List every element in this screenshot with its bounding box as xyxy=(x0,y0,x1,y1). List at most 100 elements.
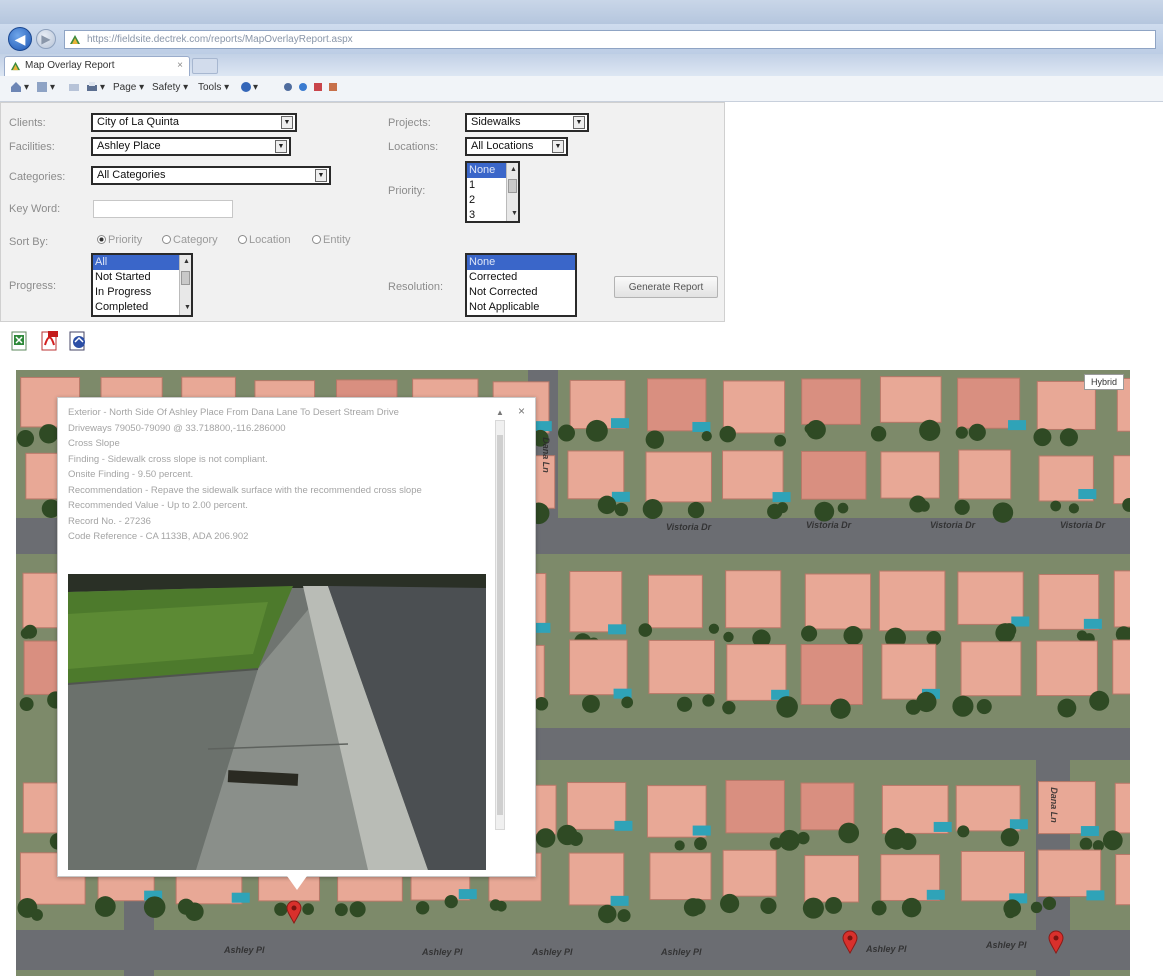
map-marker-pin-icon[interactable] xyxy=(286,900,302,924)
pool xyxy=(608,624,627,635)
tab-label: Map Overlay Report xyxy=(25,60,115,71)
pool xyxy=(1078,489,1097,500)
tree xyxy=(582,694,600,713)
pool xyxy=(1083,618,1102,629)
list-item[interactable]: Not Applicable xyxy=(467,300,575,315)
mail-icon[interactable] xyxy=(68,81,80,93)
sort-category-radio[interactable]: Category xyxy=(162,234,218,246)
finding-driveways: Driveways 79050-79090 @ 33.718800,-116.2… xyxy=(68,422,286,434)
resolution-listbox[interactable]: None Corrected Not Corrected Not Applica… xyxy=(465,253,577,317)
addon-icon-1[interactable] xyxy=(282,81,294,93)
tree xyxy=(534,697,549,711)
street-label: Ashley Pl xyxy=(224,945,265,955)
addon-icon-2[interactable] xyxy=(297,81,309,93)
tree xyxy=(143,896,166,918)
progress-listbox[interactable]: All Not Started In Progress Completed ▲ ▼ xyxy=(91,253,193,317)
tree xyxy=(1068,503,1080,514)
tree xyxy=(825,896,843,914)
back-button[interactable]: ◀ xyxy=(8,27,32,51)
record-number: Record No. - 27236 xyxy=(68,515,151,527)
map-info-window: × ▲ Exterior - North Side Of Ashley Plac… xyxy=(57,397,536,890)
roof xyxy=(645,451,712,503)
tree xyxy=(952,695,974,717)
tree xyxy=(919,419,941,441)
tab-close-icon[interactable]: × xyxy=(177,60,183,71)
list-item[interactable]: None xyxy=(467,255,575,270)
roof xyxy=(649,852,712,901)
tab-map-overlay-report[interactable]: Map Overlay Report × xyxy=(4,56,190,76)
tree xyxy=(621,696,634,709)
tree xyxy=(802,897,824,919)
scroll-up-icon[interactable]: ▲ xyxy=(496,408,504,417)
map-type-button[interactable]: Hybrid xyxy=(1084,374,1124,390)
tree xyxy=(719,425,736,443)
print-icon[interactable] xyxy=(86,81,98,93)
safety-menu[interactable]: Safety ▾ xyxy=(152,82,188,93)
facilities-select[interactable]: Ashley Place ▼ xyxy=(91,137,291,156)
word-export-icon[interactable] xyxy=(68,330,88,352)
clients-select[interactable]: City of La Quinta ▼ xyxy=(91,113,297,132)
pool xyxy=(533,421,552,432)
roof xyxy=(725,779,785,834)
feeds-icon[interactable] xyxy=(36,81,48,93)
tree xyxy=(801,625,818,642)
pool xyxy=(1008,420,1027,431)
locations-label: Locations: xyxy=(388,141,439,153)
address-row: ◀ ▶ https://fieldsite.dectrek.com/report… xyxy=(0,24,1163,54)
new-tab-button[interactable] xyxy=(192,58,218,74)
recommended-value: Recommended Value - Up to 2.00 percent. xyxy=(68,500,248,511)
finding-details: Exterior - North Side Of Ashley Place Fr… xyxy=(68,405,492,545)
list-item[interactable]: Not Corrected xyxy=(467,285,575,300)
list-item[interactable]: Corrected xyxy=(467,270,575,285)
priority-listbox[interactable]: None 1 2 3 ▲ ▼ xyxy=(465,161,520,223)
tree xyxy=(870,426,887,442)
tree xyxy=(968,423,986,441)
pool xyxy=(933,821,952,832)
tree xyxy=(1000,828,1020,847)
categories-select[interactable]: All Categories ▼ xyxy=(91,166,331,185)
home-icon[interactable] xyxy=(10,81,22,93)
list-item[interactable]: In Progress xyxy=(93,285,191,300)
pool xyxy=(1080,826,1099,837)
listbox-scrollbar[interactable]: ▲ ▼ xyxy=(506,163,518,221)
roof xyxy=(801,378,862,425)
tree xyxy=(833,702,846,715)
street-label: Vistoria Dr xyxy=(930,520,976,530)
sort-priority-radio[interactable]: Priority xyxy=(97,234,142,246)
page-menu[interactable]: Page ▾ xyxy=(113,82,144,93)
roof xyxy=(878,570,946,632)
help-icon[interactable] xyxy=(240,81,252,93)
list-item[interactable]: Not Started xyxy=(93,270,191,285)
address-bar[interactable]: https://fieldsite.dectrek.com/reports/Ma… xyxy=(64,30,1156,49)
pool xyxy=(231,892,250,903)
generate-report-button[interactable]: Generate Report xyxy=(614,276,718,298)
list-item[interactable]: All xyxy=(93,255,191,270)
info-window-scrollbar[interactable] xyxy=(495,420,505,830)
tree xyxy=(814,501,835,522)
tools-menu[interactable]: Tools ▾ xyxy=(198,82,229,93)
keyword-input[interactable] xyxy=(93,200,233,218)
tree xyxy=(598,904,617,924)
sort-entity-radio[interactable]: Entity xyxy=(312,234,351,246)
addon-icon-4[interactable] xyxy=(327,81,339,93)
forward-button[interactable]: ▶ xyxy=(36,29,56,49)
sort-location-radio[interactable]: Location xyxy=(238,234,291,246)
list-item[interactable]: Completed xyxy=(93,300,191,315)
excel-export-icon[interactable] xyxy=(10,330,30,352)
map-marker-pin-icon[interactable] xyxy=(842,930,858,954)
projects-select[interactable]: Sidewalks ▼ xyxy=(465,113,589,132)
listbox-scrollbar[interactable]: ▲ ▼ xyxy=(179,255,191,315)
roof xyxy=(722,849,777,897)
tree xyxy=(185,902,204,922)
roof xyxy=(722,450,784,500)
addon-icon-3[interactable] xyxy=(312,81,324,93)
tree xyxy=(1033,428,1052,447)
locations-select[interactable]: All Locations ▼ xyxy=(465,137,568,156)
tree xyxy=(39,424,59,444)
map-marker-pin-icon[interactable] xyxy=(1048,930,1064,954)
close-icon[interactable]: × xyxy=(518,404,525,418)
resolution-label: Resolution: xyxy=(388,281,444,293)
tree xyxy=(1057,698,1077,718)
roof xyxy=(1115,853,1130,906)
pdf-export-icon[interactable] xyxy=(40,330,60,352)
